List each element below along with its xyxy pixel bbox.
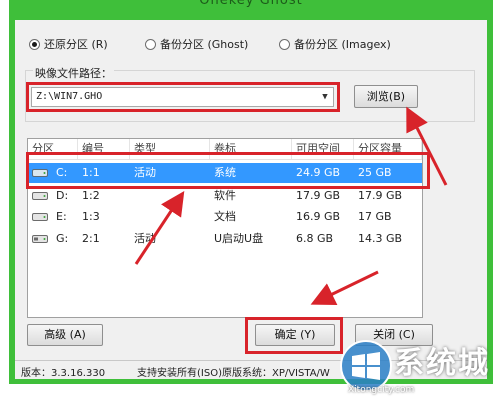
radio-backup-ghost[interactable]: 备份分区 (Ghost) xyxy=(145,36,248,52)
cell-capacity: 14.3 GB xyxy=(358,232,403,245)
cell-type xyxy=(130,186,210,206)
site-watermark: 系统城 Xitongcity.com xyxy=(336,336,504,396)
cell-type: 活动 xyxy=(134,232,156,245)
radio-backup-ghost-label: 备份分区 (Ghost) xyxy=(160,38,249,51)
watermark-site: Xitongcity.com xyxy=(348,385,415,395)
cell-free: 16.9 GB xyxy=(296,210,341,223)
radio-backup-imagex[interactable]: 备份分区 (Imagex) xyxy=(279,36,391,52)
version-text: 版本：3.3.16.330 xyxy=(21,368,106,379)
annotation-ok-highlight xyxy=(245,317,343,354)
radio-restore-label: 还原分区 (R) xyxy=(44,38,108,51)
image-path-label: 映像文件路径： xyxy=(33,65,114,81)
onekey-ghost-window: Onekey Ghost 还原分区 (R) 备份分区 (Ghost) 备份分区 … xyxy=(9,0,493,384)
annotation-path-highlight xyxy=(26,82,340,112)
cell-label: U启动U盘 xyxy=(214,232,264,245)
window-title: Onekey Ghost xyxy=(199,0,303,8)
cell-number: 1:2 xyxy=(82,189,100,202)
cell-number: 2:1 xyxy=(82,232,100,245)
cell-label: 软件 xyxy=(214,189,236,202)
table-row[interactable]: G: 2:1 活动 U启动U盘 6.8 GB 14.3 GB xyxy=(28,229,422,249)
cell-label: 文档 xyxy=(214,210,236,223)
cell-drive: G: xyxy=(56,232,69,245)
browse-button[interactable]: 浏览(B) xyxy=(354,85,418,108)
radio-backup-imagex-label: 备份分区 (Imagex) xyxy=(294,38,391,51)
radio-backup-ghost-indicator[interactable] xyxy=(145,38,156,50)
radio-backup-imagex-indicator[interactable] xyxy=(279,38,290,50)
table-row[interactable]: E: 1:3 文档 16.9 GB 17 GB xyxy=(28,207,422,227)
cell-capacity: 17 GB xyxy=(358,210,392,223)
cell-capacity: 17.9 GB xyxy=(358,189,403,202)
radio-restore-indicator[interactable] xyxy=(29,38,40,50)
cell-number: 1:3 xyxy=(82,210,100,223)
hard-disk-icon xyxy=(32,213,48,221)
radio-restore[interactable]: 还原分区 (R) xyxy=(29,36,108,52)
annotation-partition-highlight xyxy=(26,152,430,189)
hard-disk-icon xyxy=(32,192,48,200)
cell-free: 6.8 GB xyxy=(296,232,334,245)
window-client: 还原分区 (R) 备份分区 (Ghost) 备份分区 (Imagex) 映像文件… xyxy=(15,20,487,379)
cell-drive: E: xyxy=(56,210,67,223)
title-bar: Onekey Ghost xyxy=(9,0,493,20)
advanced-button[interactable]: 高级 (A) xyxy=(27,324,103,346)
watermark-brand: 系统城 xyxy=(394,346,490,381)
cell-type xyxy=(130,207,210,227)
table-row[interactable]: D: 1:2 软件 17.9 GB 17.9 GB xyxy=(28,186,422,206)
cell-free: 17.9 GB xyxy=(296,189,341,202)
usb-drive-icon xyxy=(32,235,48,243)
cell-drive: D: xyxy=(56,189,69,202)
support-text: 支持安装所有(ISO)原版系统：XP/VISTA/W xyxy=(137,368,330,379)
